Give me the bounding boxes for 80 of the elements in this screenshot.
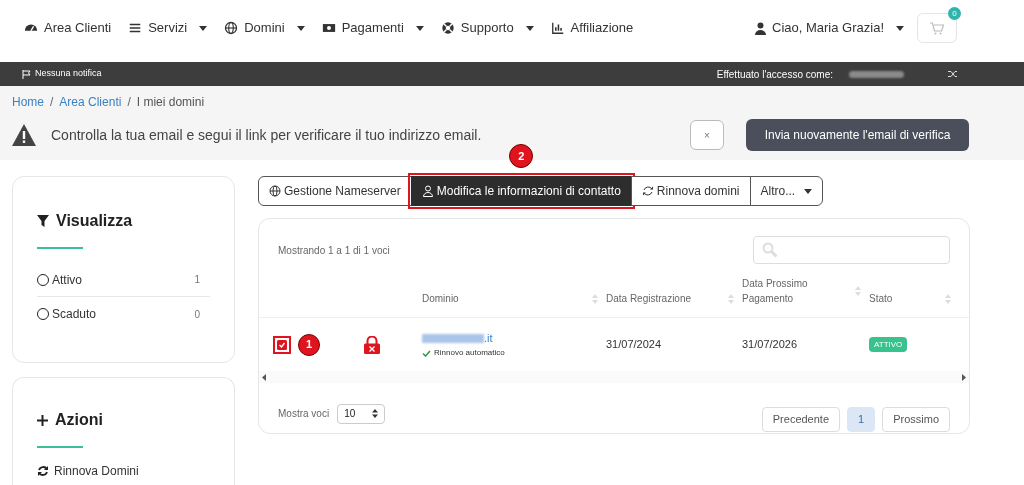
refresh-icon: [641, 185, 654, 197]
nav-link[interactable]: Supporto: [440, 18, 534, 38]
filter-icon: [37, 215, 49, 227]
globe-icon: [224, 21, 239, 35]
column-header[interactable]: Data Prossimo Pagamento: [742, 276, 869, 306]
sort-icon: [855, 286, 861, 296]
nav-link[interactable]: Area Clienti: [24, 18, 112, 38]
blurred-username: [849, 70, 904, 78]
page-size-label: Mostra voci: [278, 407, 330, 421]
cart-icon: [930, 21, 944, 35]
notifications-link[interactable]: Nessuna notifica: [22, 67, 102, 81]
updown-icon: [372, 409, 379, 418]
sort-icon: [945, 293, 951, 304]
filter-option[interactable]: Attivo: [37, 270, 82, 289]
step-number-badge: 2: [509, 144, 534, 168]
page-size-select[interactable]: 10: [337, 403, 386, 424]
horizontal-scrollbar[interactable]: [259, 371, 969, 383]
plus-icon: [37, 414, 48, 426]
user-menu[interactable]: Ciao, Maria Grazia!: [755, 18, 904, 38]
column-header[interactable]: Stato: [869, 291, 959, 306]
person-icon: [421, 185, 434, 197]
nav-link[interactable]: Pagamenti: [321, 18, 424, 38]
search-icon: [762, 242, 778, 258]
caret-icon: [896, 25, 904, 31]
sort-icon: [728, 293, 734, 304]
domain-link[interactable]: .it: [484, 329, 493, 347]
status-badge: ATTIVO: [869, 337, 908, 352]
close-button[interactable]: ×: [690, 120, 724, 150]
card-title: Visualizza: [56, 211, 133, 231]
bar-chart-icon: [550, 21, 565, 35]
menu-icon: [128, 21, 143, 35]
pagination-button[interactable]: Precedente: [761, 407, 841, 432]
logged-in-label: Effettuato l'accesso come:: [716, 67, 833, 82]
breadcrumb-separator: /: [127, 94, 131, 111]
globe-icon: [269, 185, 281, 197]
toolbar-button[interactable]: Rinnova domini: [630, 176, 751, 206]
refresh-icon: [37, 465, 49, 477]
checkmark-icon: [277, 339, 287, 350]
scroll-left-icon: [262, 373, 266, 381]
scroll-right-icon: [962, 373, 966, 381]
column-header[interactable]: Data Registrazione: [606, 291, 742, 306]
caret-icon: [804, 188, 813, 194]
resend-verification-button[interactable]: Invia nuovamente l'email di verifica: [746, 119, 969, 151]
entries-info: Mostrando 1 a 1 di 1 voci: [278, 243, 390, 258]
shuffle-icon: [948, 70, 958, 78]
banknote-icon: [321, 21, 336, 35]
sidebar-link[interactable]: Rinnova Domini: [37, 462, 210, 480]
sort-icon: [592, 293, 598, 304]
filter-option[interactable]: Scaduto: [37, 305, 97, 323]
breadcrumb-link[interactable]: Home: [12, 93, 44, 111]
column-header[interactable]: Dominio: [422, 291, 606, 306]
pagination-button[interactable]: Prossimo: [882, 407, 950, 432]
count-label: 0: [194, 307, 200, 322]
breadcrumb-separator: /: [50, 94, 54, 111]
title-underline: [37, 446, 83, 448]
nav-link[interactable]: Domini: [224, 18, 305, 38]
warning-icon: [12, 124, 36, 146]
flag-icon: [22, 69, 31, 79]
toolbar-button[interactable]: Altro...: [749, 176, 824, 206]
table-cell-text: 31/07/2026: [742, 337, 799, 353]
pagination-button[interactable]: 1: [847, 407, 876, 432]
card-title: Azioni: [55, 410, 103, 430]
nav-link[interactable]: Servizi: [128, 18, 208, 38]
checkmark-icon: [422, 349, 431, 357]
title-underline: [37, 247, 83, 249]
person-icon: [755, 21, 766, 35]
step-number-badge: 1: [298, 333, 320, 356]
count-label: 1: [194, 273, 200, 287]
breadcrumb-link[interactable]: Area Clienti: [59, 93, 122, 111]
breadcrumb-current: I miei domini: [136, 94, 205, 111]
checkbox[interactable]: [273, 335, 291, 354]
cart-count-badge: 0: [948, 7, 961, 20]
nav-link[interactable]: Affiliazione: [550, 18, 634, 38]
toolbar-button[interactable]: Gestione Nameserver: [258, 176, 412, 206]
alert-message: Controlla la tua email e segui il link per verificare il tuo indirizzo email.: [51, 125, 482, 145]
table-cell-text: 31/07/2024: [606, 337, 663, 353]
search-field[interactable]: [753, 236, 950, 264]
blurred-domain: [422, 333, 484, 343]
lifebuoy-icon: [440, 21, 455, 35]
auto-renew-label: Rinnovo automatico: [434, 347, 505, 360]
